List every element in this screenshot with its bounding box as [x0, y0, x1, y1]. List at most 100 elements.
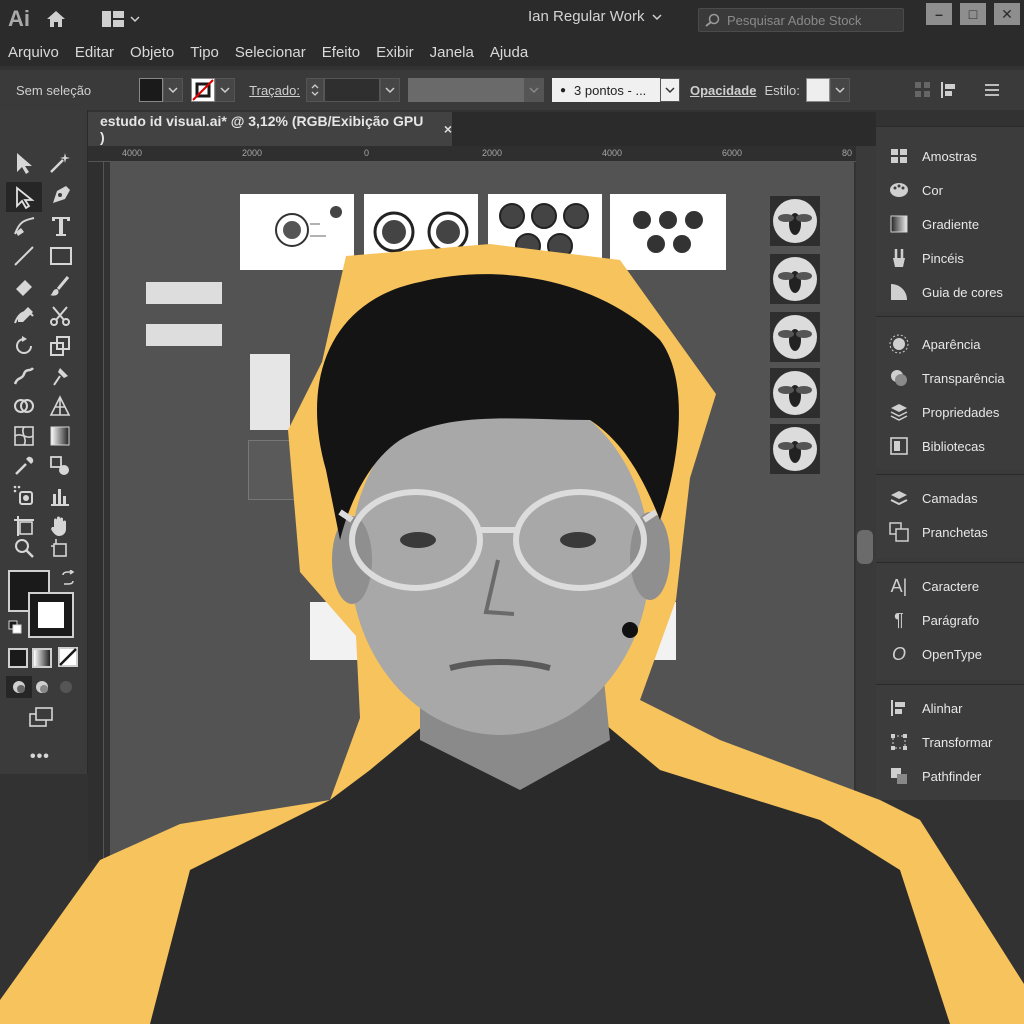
edit-toolbar-icon[interactable]: •••: [30, 748, 50, 766]
column-graph-icon[interactable]: [48, 484, 72, 508]
rotate-tool-icon[interactable]: [12, 334, 36, 358]
panel-pinceis[interactable]: Pincéis: [876, 243, 1024, 273]
symbol-sprayer-icon[interactable]: [12, 484, 36, 508]
draw-inside-icon[interactable]: [58, 679, 74, 695]
stroke-color-box[interactable]: [28, 592, 74, 638]
maximize-button[interactable]: □: [956, 0, 990, 28]
menu-arquivo[interactable]: Arquivo: [8, 44, 59, 61]
stroke-weight-dropdown[interactable]: [379, 78, 400, 102]
artboard-outline[interactable]: [248, 440, 298, 500]
pen-tool-icon[interactable]: [48, 182, 74, 208]
color-mode-icon[interactable]: [8, 648, 28, 668]
stroke-weight-stepper[interactable]: [305, 78, 324, 102]
stroke-label[interactable]: Traçado:: [249, 83, 300, 98]
direct-selection-tool-active[interactable]: [6, 182, 42, 212]
panel-pranchetas[interactable]: Pranchetas: [876, 517, 1024, 547]
panel-cor[interactable]: Cor: [876, 175, 1024, 205]
profile-dropdown[interactable]: [523, 78, 544, 102]
type-tool-icon[interactable]: [50, 214, 72, 238]
stock-search-input[interactable]: Pesquisar Adobe Stock: [698, 8, 904, 32]
selection-tool-icon[interactable]: [12, 150, 36, 176]
bee-badge-1[interactable]: [770, 196, 820, 246]
menu-ajuda[interactable]: Ajuda: [490, 44, 528, 61]
menu-editar[interactable]: Editar: [75, 44, 114, 61]
bee-badge-2[interactable]: [770, 254, 820, 304]
panel-camadas[interactable]: Camadas: [876, 483, 1024, 513]
paintbrush-icon[interactable]: [48, 274, 72, 298]
fill-swatch[interactable]: [139, 78, 164, 102]
variable-width-profile[interactable]: [407, 78, 524, 102]
workspace-switcher[interactable]: Ian Regular Work: [528, 8, 662, 25]
screen-mode-icon[interactable]: [28, 706, 56, 728]
print-tiling-icon[interactable]: [48, 536, 72, 560]
panel-caractere[interactable]: A| Caractere: [876, 571, 1024, 601]
eraser-tool-icon[interactable]: [12, 274, 36, 298]
close-tab-icon[interactable]: ×: [444, 121, 452, 137]
menu-janela[interactable]: Janela: [430, 44, 474, 61]
brush-definition-field[interactable]: ● 3 pontos - ...: [551, 78, 660, 102]
menu-objeto[interactable]: Objeto: [130, 44, 174, 61]
panel-propriedades[interactable]: Propriedades: [876, 397, 1024, 427]
panel-transformar[interactable]: Transformar: [876, 727, 1024, 757]
curvature-tool-icon[interactable]: [12, 214, 38, 238]
menu-tipo[interactable]: Tipo: [190, 44, 219, 61]
eyedropper-icon[interactable]: [12, 454, 36, 478]
magic-wand-icon[interactable]: [48, 150, 72, 176]
artboard-wide[interactable]: [310, 602, 676, 660]
panel-alinhar[interactable]: Alinhar: [876, 693, 1024, 723]
menu-efeito[interactable]: Efeito: [322, 44, 360, 61]
bee-badge-5[interactable]: [770, 424, 820, 474]
artboard-2[interactable]: [364, 194, 478, 270]
arrange-documents-button[interactable]: [102, 11, 140, 27]
panel-amostras[interactable]: Amostras: [876, 141, 1024, 171]
stroke-weight-field[interactable]: [323, 78, 380, 102]
style-dropdown[interactable]: [829, 78, 850, 102]
panel-opentype[interactable]: O OpenType: [876, 639, 1024, 669]
line-tool-icon[interactable]: [12, 244, 36, 268]
brush-dropdown[interactable]: [659, 78, 680, 102]
perspective-grid-icon[interactable]: [48, 394, 72, 418]
blend-tool-icon[interactable]: [48, 454, 72, 478]
artboard-4[interactable]: [610, 194, 726, 270]
home-icon[interactable]: [38, 0, 74, 38]
scroll-thumb[interactable]: [857, 530, 873, 564]
panel-bibliotecas[interactable]: Bibliotecas: [876, 431, 1024, 461]
panel-transparencia[interactable]: Transparência: [876, 363, 1024, 393]
shaper-tool-icon[interactable]: [12, 304, 36, 328]
bee-badge-3[interactable]: [770, 312, 820, 362]
scale-tool-icon[interactable]: [48, 334, 72, 358]
artboard-tool-icon[interactable]: [12, 514, 36, 538]
close-button[interactable]: ✕: [990, 0, 1024, 28]
opacity-label[interactable]: Opacidade: [690, 83, 756, 98]
draw-normal-mode[interactable]: [6, 676, 32, 698]
photo-strip-2[interactable]: [146, 324, 222, 346]
artboard-canvas[interactable]: [110, 162, 854, 862]
align-icon[interactable]: [940, 81, 962, 99]
stroke-dropdown[interactable]: [215, 78, 236, 102]
panel-menu-icon[interactable]: [984, 83, 1000, 97]
shape-builder-icon[interactable]: [12, 394, 38, 418]
zoom-tool-icon[interactable]: [12, 536, 36, 560]
warp-tool-icon[interactable]: [12, 364, 36, 388]
photo-strip-1[interactable]: [146, 282, 222, 304]
fill-dropdown[interactable]: [163, 78, 184, 102]
menu-exibir[interactable]: Exibir: [376, 44, 414, 61]
scissors-icon[interactable]: [48, 304, 72, 328]
artboard-layout-small[interactable]: [250, 354, 290, 430]
vertical-scrollbar[interactable]: [856, 146, 876, 862]
minimize-button[interactable]: –: [922, 0, 956, 28]
artboard-3[interactable]: [488, 194, 602, 270]
gradient-tool-icon[interactable]: [48, 424, 72, 448]
puppet-warp-icon[interactable]: [48, 364, 72, 388]
document-tab[interactable]: estudo id visual.ai* @ 3,12% (RGB/Exibiç…: [88, 112, 452, 146]
default-colors-icon[interactable]: [8, 620, 22, 634]
hand-tool-icon[interactable]: [48, 514, 72, 538]
swap-fill-stroke-icon[interactable]: [60, 570, 76, 586]
menu-selecionar[interactable]: Selecionar: [235, 44, 306, 61]
panel-paragrafo[interactable]: ¶ Parágrafo: [876, 605, 1024, 635]
mesh-tool-icon[interactable]: [12, 424, 36, 448]
grid-icon[interactable]: [914, 81, 932, 99]
rectangle-tool-icon[interactable]: [48, 244, 74, 268]
style-swatch[interactable]: [805, 78, 830, 102]
panel-pathfinder[interactable]: Pathfinder: [876, 761, 1024, 791]
